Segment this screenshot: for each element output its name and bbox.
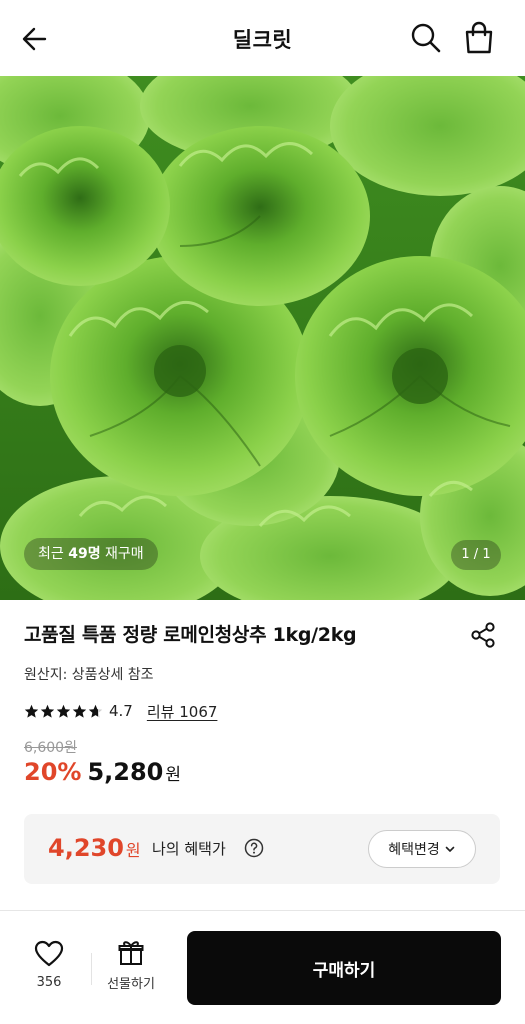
star-icon xyxy=(24,704,39,718)
lettuce-photo xyxy=(0,76,525,600)
image-pager: 1 / 1 xyxy=(451,540,501,570)
change-benefit-label: 혜택변경 xyxy=(388,842,440,858)
like-button[interactable]: 356 xyxy=(20,939,78,999)
gift-label: 선물하기 xyxy=(107,977,155,992)
original-price: 6,600원 xyxy=(24,740,77,756)
share-icon[interactable] xyxy=(468,620,498,650)
buy-button[interactable]: 구매하기 xyxy=(187,931,501,1005)
bottom-action-bar: 356 선물하기 구매하기 xyxy=(0,911,525,1024)
like-count: 356 xyxy=(36,975,62,990)
chevron-down-icon xyxy=(445,846,455,852)
star-icon xyxy=(40,704,55,718)
benefit-currency: 원 xyxy=(125,841,141,860)
question-icon[interactable] xyxy=(244,838,264,858)
rebuy-prefix: 최근 xyxy=(38,546,69,562)
rebuy-suffix: 재구매 xyxy=(100,546,144,562)
currency-unit: 원 xyxy=(165,765,182,785)
star-rating xyxy=(24,704,103,719)
rebuy-count: 49명 xyxy=(68,546,101,562)
action-separator xyxy=(91,953,92,985)
rebuy-badge: 최근 49명 재구매 xyxy=(24,538,158,570)
gift-button[interactable]: 선물하기 xyxy=(100,939,162,1001)
product-image[interactable]: 최근 49명 재구매 1 / 1 xyxy=(0,76,525,600)
page-title: 딜크릿 xyxy=(232,28,293,52)
change-benefit-button[interactable]: 혜택변경 xyxy=(368,830,476,868)
benefit-price-value: 4,230 xyxy=(48,834,124,862)
rating-value: 4.7 xyxy=(109,702,133,720)
price-row: 20% 5,280 원 xyxy=(24,758,181,786)
star-icon xyxy=(56,704,71,718)
heart-icon xyxy=(34,940,64,967)
benefit-label: 나의 혜택가 xyxy=(152,840,226,858)
benefit-box: 4,230 원 나의 혜택가 혜택변경 xyxy=(24,814,500,884)
star-icon xyxy=(88,704,103,718)
origin-info: 원산지: 상품상세 참조 xyxy=(24,667,154,683)
star-icon xyxy=(72,704,87,718)
product-title: 고품질 특품 정량 로메인청상추 1kg/2kg xyxy=(24,624,357,646)
rating-row: 4.7 리뷰 1067 xyxy=(24,700,217,722)
benefit-price: 4,230 원 xyxy=(48,834,141,862)
review-link[interactable]: 리뷰 1067 xyxy=(147,701,218,722)
top-app-bar: 딜크릿 xyxy=(0,0,525,76)
shopping-bag-icon[interactable] xyxy=(460,19,498,57)
discount-rate: 20% xyxy=(24,758,82,786)
search-icon[interactable] xyxy=(408,20,444,56)
sale-price: 5,280 xyxy=(87,758,164,786)
gift-icon xyxy=(118,941,144,965)
